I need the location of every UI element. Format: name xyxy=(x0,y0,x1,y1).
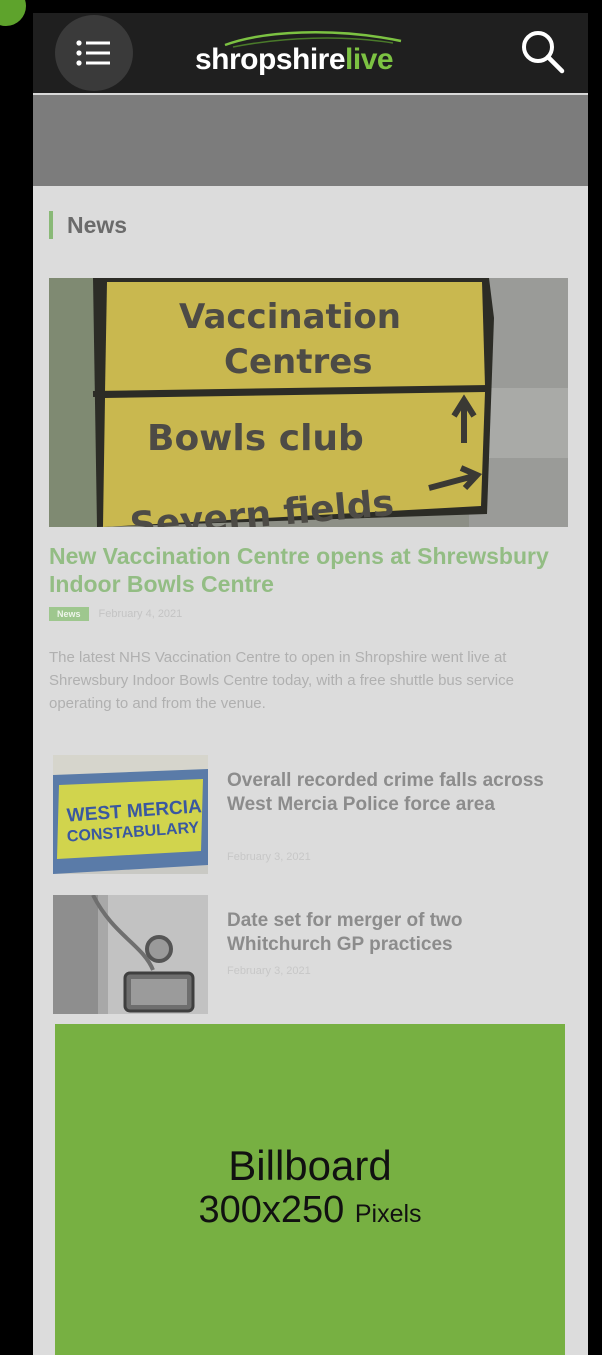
hero-article-image[interactable]: Vaccination Centres Bowls club Severn fi… xyxy=(49,278,568,527)
search-button[interactable] xyxy=(518,27,566,75)
category-tag[interactable]: News xyxy=(49,607,89,621)
logo-text-green: live xyxy=(345,43,394,76)
hero-article-excerpt: The latest NHS Vaccination Centre to ope… xyxy=(49,649,514,712)
logo-text-white: shropshire xyxy=(195,43,346,76)
article-title[interactable]: Overall recorded crime falls across West… xyxy=(227,769,567,817)
sign-text-vaccination: Vaccination xyxy=(179,297,401,337)
sign-text-bowls-club: Bowls club xyxy=(147,418,364,459)
menu-button[interactable] xyxy=(55,15,133,91)
logo-wordmark: shropshirelive xyxy=(195,43,394,77)
billboard-label: Billboard xyxy=(228,1141,392,1189)
hero-article-date: February 4, 2021 xyxy=(98,608,183,620)
article-list-item[interactable]: WEST MERCIA CONSTABULARY Overall recorde… xyxy=(53,755,568,874)
article-date: February 3, 2021 xyxy=(227,965,311,977)
vaccination-sign-image: Vaccination Centres Bowls club Severn fi… xyxy=(49,278,568,527)
sign-text-centres: Centres xyxy=(224,342,373,382)
device-frame: shropshirelive News Vaccination Centres … xyxy=(0,0,602,1355)
screen: shropshirelive News Vaccination Centres … xyxy=(33,13,588,1355)
site-header: shropshirelive xyxy=(33,13,588,95)
section-heading: News xyxy=(49,211,127,239)
search-icon xyxy=(522,31,565,74)
ad-banner-placeholder xyxy=(33,95,588,186)
news-section: News Vaccination Centres Bowls club Seve… xyxy=(33,186,588,1355)
article-thumbnail[interactable]: WEST MERCIA CONSTABULARY xyxy=(53,755,208,874)
billboard-ad[interactable]: Billboard 300x250 Pixels xyxy=(55,1024,565,1355)
billboard-dimensions: 300x250 xyxy=(198,1188,345,1231)
article-thumbnail[interactable] xyxy=(53,895,208,1014)
gp-stethoscope-image xyxy=(53,895,208,1014)
site-logo[interactable]: shropshirelive xyxy=(195,29,435,81)
article-list-item[interactable]: Date set for merger of two Whitchurch GP… xyxy=(53,895,568,1014)
device-corner-accent xyxy=(0,0,26,26)
police-sign-image: WEST MERCIA CONSTABULARY xyxy=(53,755,208,874)
hero-article-title[interactable]: New Vaccination Centre opens at Shrewsbu… xyxy=(49,542,569,598)
article-title[interactable]: Date set for merger of two Whitchurch GP… xyxy=(227,909,567,957)
hero-article-meta: News February 4, 2021 xyxy=(49,606,182,622)
billboard-unit: Pixels xyxy=(354,1199,422,1228)
menu-icon xyxy=(76,40,110,66)
article-date: February 3, 2021 xyxy=(227,851,311,863)
billboard-size: 300x250 Pixels xyxy=(198,1188,421,1236)
